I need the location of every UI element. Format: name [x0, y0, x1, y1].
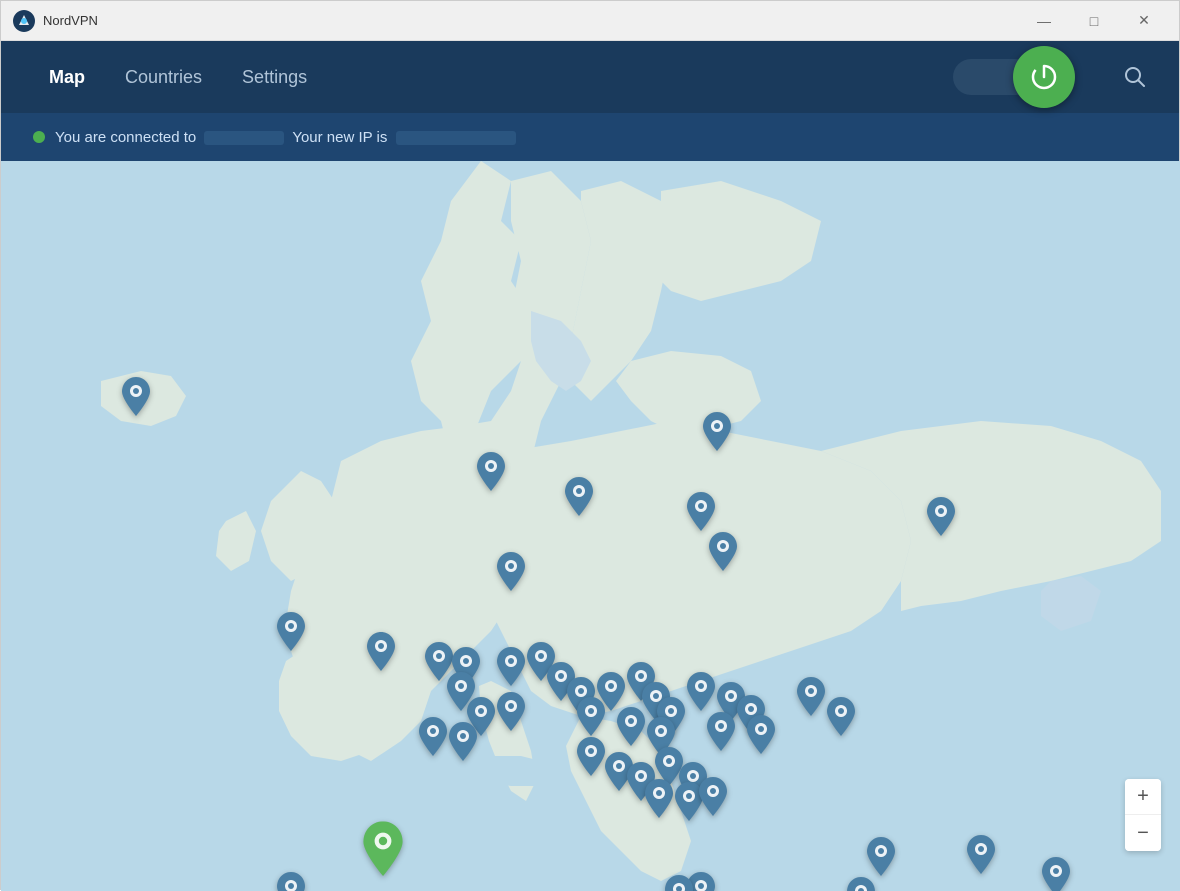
map-pin[interactable]	[418, 717, 448, 761]
power-icon	[1029, 62, 1059, 92]
map-pin[interactable]	[826, 697, 856, 741]
map-pin[interactable]	[1041, 857, 1071, 891]
map-background	[1, 161, 1180, 891]
map-pin[interactable]	[708, 532, 738, 576]
zoom-in-button[interactable]: +	[1125, 779, 1161, 815]
zoom-out-button[interactable]: −	[1125, 815, 1161, 851]
ip-address-redacted	[396, 131, 516, 145]
map-pin[interactable]	[966, 835, 996, 879]
map-pin[interactable]	[564, 477, 594, 521]
nav-items: Map Countries Settings	[33, 59, 323, 96]
map-pin[interactable]	[616, 707, 646, 751]
search-button[interactable]	[1123, 65, 1147, 89]
map-pin[interactable]	[686, 672, 716, 716]
map-pin[interactable]	[644, 779, 674, 823]
nav-item-settings[interactable]: Settings	[226, 59, 323, 96]
map-area[interactable]: + −	[1, 161, 1180, 891]
maximize-button[interactable]: □	[1071, 5, 1117, 37]
power-button[interactable]	[1013, 46, 1075, 108]
zoom-controls: + −	[1125, 779, 1161, 851]
map-pin[interactable]	[698, 777, 728, 821]
titlebar: NordVPN — □ ✕	[1, 1, 1179, 41]
nav-item-map[interactable]: Map	[33, 59, 101, 96]
search-icon	[1123, 65, 1147, 89]
status-text: You are connected to Your new IP is	[55, 129, 520, 146]
map-pin[interactable]	[664, 875, 694, 891]
window-controls: — □ ✕	[1021, 5, 1167, 37]
map-pin[interactable]	[496, 692, 526, 736]
map-pin[interactable]	[476, 452, 506, 496]
app-logo: NordVPN	[13, 10, 98, 32]
app-title: NordVPN	[43, 13, 98, 28]
map-pin[interactable]	[366, 632, 396, 676]
minimize-button[interactable]: —	[1021, 5, 1067, 37]
map-pin[interactable]	[702, 412, 732, 456]
close-button[interactable]: ✕	[1121, 5, 1167, 37]
ip-label: Your new IP is	[292, 129, 387, 146]
connected-text-label: You are connected to	[55, 129, 196, 146]
map-pin[interactable]	[796, 677, 826, 721]
map-pin[interactable]	[706, 712, 736, 756]
connection-status-dot	[33, 131, 45, 143]
map-pin[interactable]	[866, 837, 896, 881]
map-pin[interactable]	[121, 377, 151, 421]
map-pin[interactable]	[576, 697, 606, 741]
navbar: Map Countries Settings	[1, 41, 1179, 113]
map-pin[interactable]	[448, 722, 478, 766]
map-pin[interactable]	[496, 647, 526, 691]
map-pin[interactable]	[686, 492, 716, 536]
map-pin[interactable]	[276, 872, 306, 891]
statusbar: You are connected to Your new IP is	[1, 113, 1179, 161]
power-area	[953, 46, 1147, 108]
map-pin[interactable]	[576, 737, 606, 781]
nav-item-countries[interactable]: Countries	[109, 59, 218, 96]
map-pin[interactable]	[362, 821, 404, 881]
map-pin[interactable]	[926, 497, 956, 541]
nordvpn-logo-icon	[13, 10, 35, 32]
server-name-redacted	[204, 131, 284, 145]
map-pin[interactable]	[496, 552, 526, 596]
map-pin[interactable]	[276, 612, 306, 656]
map-pin[interactable]	[746, 715, 776, 759]
